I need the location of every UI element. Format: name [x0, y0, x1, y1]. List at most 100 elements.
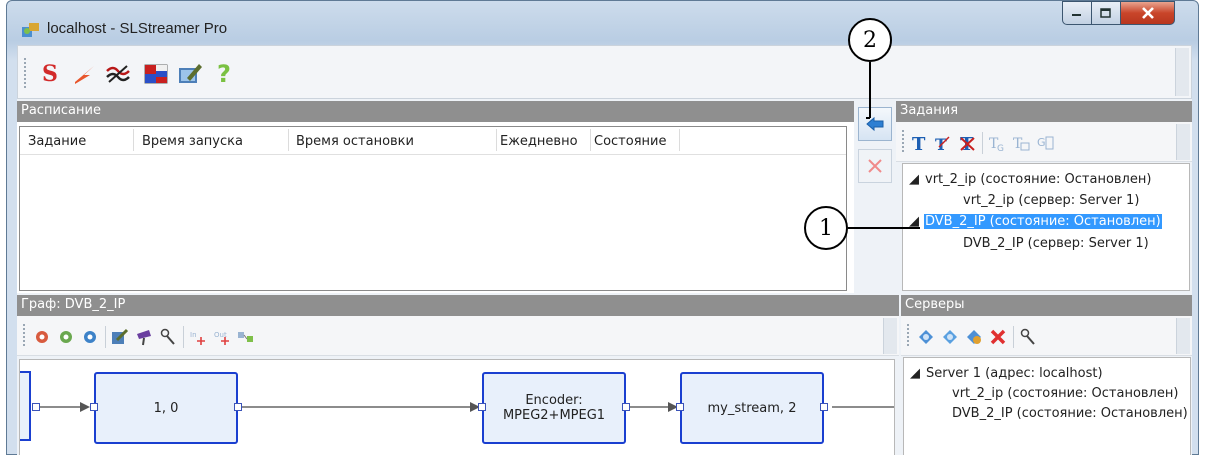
tree-item-server[interactable]: vrt_2_ip (сервер: Server 1): [963, 193, 1139, 208]
tree-item-task-selected[interactable]: DVB_2_IP (состояние: Остановлен): [924, 214, 1162, 229]
servers-tree[interactable]: ◢ Server 1 (адрес: localhost) vrt_2_ip (…: [903, 357, 1191, 455]
delete-task-icon[interactable]: T: [956, 132, 978, 154]
tree-expander-icon[interactable]: ◢: [909, 214, 919, 229]
column-header-stop[interactable]: Время остановки: [296, 134, 414, 149]
output-port[interactable]: [32, 403, 40, 411]
output-port[interactable]: [234, 403, 242, 411]
toolbar-separator: [105, 326, 106, 348]
schedule-table[interactable]: Задание Время запуска Время остановки Еж…: [19, 126, 847, 291]
servers-toolbar-overflow[interactable]: [1176, 318, 1190, 354]
node-label-line2: MPEG2+MPEG1: [502, 408, 606, 423]
server-delete-icon[interactable]: [987, 326, 1009, 348]
graph-canvas[interactable]: 1, 0 Encoder: MPEG2+MPEG1 my_stream, 2: [19, 359, 895, 455]
server-connect-icon[interactable]: [939, 326, 961, 348]
graph-header: Граф: DVB_2_IP: [17, 295, 899, 316]
help-icon[interactable]: ?: [210, 60, 238, 88]
callout-1: 1: [804, 206, 848, 250]
graph-toolbar-overflow[interactable]: [883, 318, 897, 354]
add-input-icon[interactable]: In: [187, 326, 209, 348]
toolbar-separator: [1013, 326, 1014, 348]
graph-node-stream[interactable]: my_stream, 2: [680, 372, 824, 444]
column-header-start[interactable]: Время запуска: [142, 134, 243, 149]
slstreamer-s-icon[interactable]: S: [36, 60, 64, 88]
gear-green-icon[interactable]: [55, 326, 77, 348]
tree-item-task[interactable]: vrt_2_ip (состояние: Остановлен): [952, 386, 1178, 401]
column-separator: [590, 129, 591, 151]
gear-blue-icon[interactable]: [79, 326, 101, 348]
probe-icon[interactable]: [157, 326, 179, 348]
app-window: localhost - SLStreamer Pro S ? Расписани…: [6, 0, 1199, 455]
minimize-button[interactable]: [1062, 1, 1092, 25]
tree-expander-icon[interactable]: ◢: [910, 366, 920, 381]
maximize-icon: [1100, 8, 1111, 18]
group-tree-icon[interactable]: G: [1034, 132, 1056, 154]
graph-node-encoder[interactable]: Encoder: MPEG2+MPEG1: [482, 372, 626, 444]
delete-schedule-button[interactable]: [858, 149, 892, 183]
server-add-icon[interactable]: [915, 326, 937, 348]
lightning-icon[interactable]: [70, 60, 98, 88]
servers-panel: Серверы ◢ Server 1 (адрес: localhost) vr…: [901, 295, 1192, 455]
tasks-toolbar-overflow[interactable]: [1176, 124, 1190, 160]
add-output-icon[interactable]: Out: [211, 326, 233, 348]
toolbar-separator: [183, 326, 184, 348]
tree-expander-icon[interactable]: ◢: [909, 172, 919, 187]
node-label: my_stream, 2: [707, 400, 797, 416]
svg-text:T: T: [912, 134, 926, 153]
tasks-toolbar: T T T TG T G: [896, 122, 1192, 162]
toolbar-grip[interactable]: [902, 130, 904, 152]
add-task-icon[interactable]: T: [908, 132, 930, 154]
tree-item-task[interactable]: vrt_2_ip (состояние: Остановлен): [925, 172, 1151, 187]
arrow-left-icon: [866, 116, 884, 132]
graph-toolbar: In Out: [17, 316, 899, 356]
title-bar[interactable]: localhost - SLStreamer Pro: [7, 1, 1198, 43]
minimize-icon: [1072, 14, 1081, 16]
column-header-task[interactable]: Задание: [28, 134, 86, 149]
servers-toolbar: [901, 316, 1192, 356]
task-remove-group-icon[interactable]: T: [1010, 132, 1032, 154]
input-port[interactable]: [90, 403, 98, 411]
close-button[interactable]: [1121, 1, 1175, 25]
side-button-strip: [855, 101, 895, 293]
input-port[interactable]: [478, 403, 486, 411]
tasks-header: Задания: [896, 101, 1192, 122]
svg-text:G: G: [997, 144, 1004, 153]
input-port[interactable]: [676, 403, 684, 411]
output-port[interactable]: [820, 403, 828, 411]
tasks-tree[interactable]: ◢ vrt_2_ip (состояние: Остановлен) vrt_2…: [902, 163, 1190, 291]
toolbar-grip[interactable]: [907, 324, 909, 346]
edit-task-icon[interactable]: T: [932, 132, 954, 154]
move-to-schedule-button[interactable]: [858, 107, 892, 141]
maximize-button[interactable]: [1092, 1, 1121, 25]
toolbar-overflow[interactable]: [1175, 48, 1189, 96]
node-label-line1: Encoder:: [525, 393, 583, 408]
svg-text:In: In: [190, 331, 197, 339]
edit-icon[interactable]: [176, 60, 204, 88]
delete-x-icon: [868, 159, 882, 173]
graph-node-source[interactable]: 1, 0: [94, 372, 238, 444]
flags-icon[interactable]: [142, 60, 170, 88]
column-separator: [288, 129, 289, 151]
client-area: S ? Расписание Задание Время запуска Вре…: [17, 45, 1192, 455]
servers-header: Серверы: [901, 295, 1192, 316]
server-settings-icon[interactable]: [963, 326, 985, 348]
s-glyph: S: [42, 61, 58, 87]
toolbar-grip[interactable]: [23, 324, 25, 346]
task-group-icon[interactable]: TG: [986, 132, 1008, 154]
schedule-header: Расписание: [17, 101, 854, 122]
column-header-daily[interactable]: Ежедневно: [500, 134, 578, 149]
add-module-icon[interactable]: [235, 326, 257, 348]
tree-item-server[interactable]: Server 1 (адрес: localhost): [926, 366, 1103, 381]
gear-red-icon[interactable]: [31, 326, 53, 348]
tree-item-server[interactable]: DVB_2_IP (сервер: Server 1): [963, 236, 1149, 251]
graph-panel: Граф: DVB_2_IP In Out 1, 0 Encoder: MPEG…: [17, 295, 899, 455]
tree-item-task[interactable]: DVB_2_IP (состояние: Остановлен): [952, 406, 1188, 421]
output-port[interactable]: [622, 403, 630, 411]
app-icon: [21, 21, 41, 39]
edit-graph-icon[interactable]: [109, 326, 131, 348]
toolbar-grip[interactable]: [24, 58, 26, 88]
column-header-state[interactable]: Состояние: [594, 134, 666, 149]
signal-icon[interactable]: [104, 60, 132, 88]
column-separator: [679, 129, 680, 151]
server-probe-icon[interactable]: [1017, 326, 1039, 348]
brush-icon[interactable]: [133, 326, 155, 348]
